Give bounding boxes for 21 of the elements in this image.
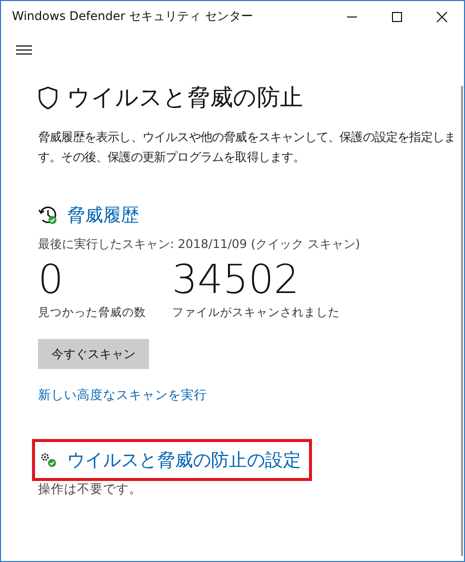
page-description: 脅威履歴を表示し、ウイルスや他の脅威をスキャンして、保護の設定を指定します。その後、保護の更新プログラムを取得します。	[38, 129, 457, 166]
window-title: Windows Defender セキュリティ センター	[11, 8, 254, 25]
menu-icon	[16, 44, 32, 56]
last-scan-text: 最後に実行したスキャン: 2018/11/09 (クイック スキャン)	[38, 236, 362, 253]
settings-status-text: 操作は不要です。	[38, 481, 143, 498]
settings-link[interactable]: ウイルスと脅威の防止の設定	[67, 448, 301, 472]
scan-now-button[interactable]: 今すぐスキャン	[38, 339, 149, 369]
threat-history-link[interactable]: 脅威履歴	[67, 203, 139, 227]
history-clock-icon	[38, 205, 58, 225]
stat-value: 0	[38, 257, 64, 303]
stat-label: ファイルがスキャンされました	[172, 305, 340, 320]
close-icon	[436, 10, 448, 22]
shield-icon	[38, 86, 58, 110]
page-title: ウイルスと脅威の防止	[67, 84, 303, 113]
stat-label: 見つかった脅威の数	[38, 305, 146, 320]
scrollbar[interactable]	[461, 86, 463, 556]
maximize-icon	[390, 10, 402, 22]
gears-icon	[40, 452, 58, 468]
menu-button[interactable]	[16, 44, 32, 56]
advanced-scan-link[interactable]: 新しい高度なスキャンを実行	[38, 387, 207, 404]
stat-value: 34502	[172, 257, 300, 303]
